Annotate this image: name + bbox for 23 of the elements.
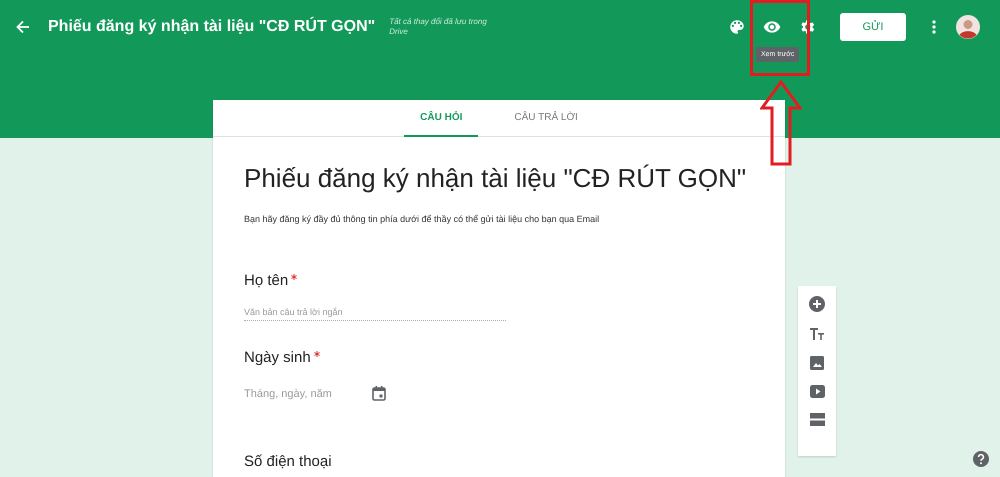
send-button[interactable]: GỬI xyxy=(840,13,906,41)
image-icon[interactable] xyxy=(810,356,824,370)
question-title: Họ tên xyxy=(244,272,288,289)
tab[interactable]: CÂU TRẢ LỜI xyxy=(498,100,594,137)
form-heading: Phiếu đăng ký nhận tài liệu "CĐ RÚT GỌN" xyxy=(244,163,748,194)
form-description: Bạn hãy đăng ký đầy đủ thông tin phía dưới để thầy có thể gửi tài liệu cho bạn qua Email xyxy=(244,214,600,224)
palette-icon[interactable] xyxy=(728,18,746,36)
tab[interactable]: CÂU HỎI xyxy=(404,100,478,137)
question-title: Số điện thoại xyxy=(244,453,332,470)
add-icon[interactable] xyxy=(809,296,825,312)
save-status: Tất cả thay đổi đã lưu trong Drive xyxy=(389,17,488,37)
text-size-icon[interactable] xyxy=(809,327,825,341)
help-icon[interactable] xyxy=(973,451,989,467)
video-icon[interactable] xyxy=(810,385,824,398)
date-field[interactable]: Tháng, ngày, năm xyxy=(244,386,754,401)
form-title: Phiếu đăng ký nhận tài liệu "CĐ RÚT GỌN" xyxy=(48,18,376,36)
calendar-icon xyxy=(372,386,386,401)
question-title: Ngày sinh xyxy=(244,349,311,366)
avatar-icon[interactable] xyxy=(956,15,980,39)
section-icon[interactable] xyxy=(810,413,824,426)
back-icon[interactable] xyxy=(16,20,30,34)
answer-field: Văn bản câu trả lời ngắn xyxy=(244,307,506,321)
more-icon[interactable] xyxy=(932,20,936,34)
